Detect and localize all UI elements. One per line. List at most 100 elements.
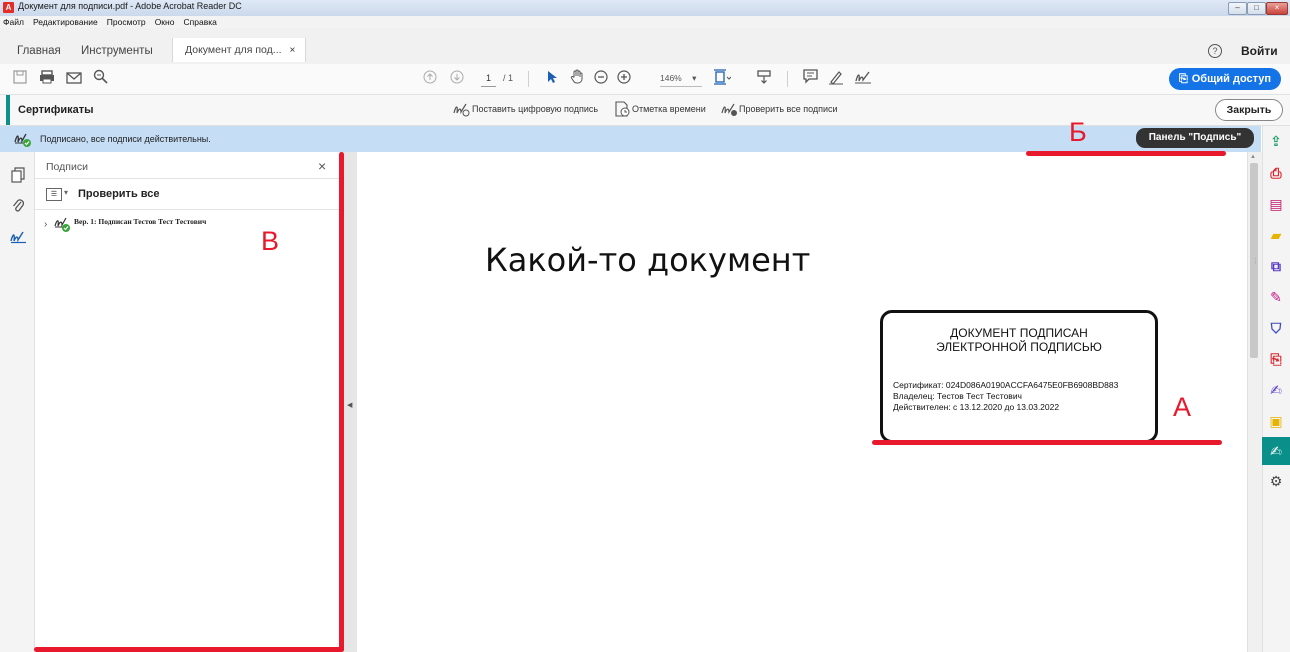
stamp-validity: Действителен: с 13.12.2020 до 13.03.2022 <box>893 402 1060 412</box>
document-heading: Какой-то документ <box>485 241 811 279</box>
zoom-out-icon[interactable] <box>591 69 611 89</box>
menu-file[interactable]: Файл <box>3 16 24 28</box>
email-icon[interactable] <box>64 69 84 89</box>
signature-list-item[interactable]: Вер. 1: Подписан Тестов Тест Тестович <box>74 217 206 226</box>
stamp-certificate: Сертификат: 024D086A0190ACCFA6475E0FB690… <box>893 380 1119 390</box>
page-total: / 1 <box>503 73 514 83</box>
annotation-line-b <box>1026 151 1226 156</box>
close-icon[interactable]: × <box>318 158 326 174</box>
left-navigation-rail <box>0 152 35 652</box>
comment-tool-icon[interactable]: ▰ <box>1266 225 1286 245</box>
share-label: Общий доступ <box>1191 73 1272 85</box>
signature-panel-button[interactable]: Панель "Подпись" <box>1136 128 1254 148</box>
window-titlebar: A Документ для подписи.pdf - Adobe Acrob… <box>0 0 1290 17</box>
zoom-value: 146% <box>660 73 682 83</box>
tab-document-label: Документ для под... <box>185 44 282 56</box>
compress-pdf-icon[interactable]: ⎘ <box>1266 349 1286 369</box>
main-toolbar <box>0 64 1290 95</box>
zoom-dropdown[interactable]: 146% ▾ <box>660 71 702 87</box>
tab-close-icon[interactable]: × <box>290 45 296 56</box>
certificates-title: Сертификаты <box>18 104 94 116</box>
print-icon[interactable] <box>37 69 57 89</box>
search-zoom-icon[interactable] <box>90 69 110 89</box>
next-page-icon[interactable] <box>447 69 467 89</box>
combine-files-icon[interactable]: ⧉ <box>1266 256 1286 276</box>
comment-icon[interactable] <box>800 69 820 89</box>
fit-page-icon[interactable] <box>712 69 732 89</box>
stamp-title: ДОКУМЕНТ ПОДПИСАН ЭЛЕКТРОННОЙ ПОДПИСЬЮ <box>880 326 1158 354</box>
close-tool-button[interactable]: Закрыть <box>1215 99 1283 121</box>
certificates-accent-bar <box>6 95 10 125</box>
collapse-panel-icon[interactable]: ◀ <box>347 401 352 409</box>
scroll-mode-icon[interactable] <box>754 69 774 89</box>
panel-divider <box>35 209 340 210</box>
acrobat-app-icon: A <box>3 2 14 13</box>
maximize-button[interactable]: □ <box>1247 2 1266 15</box>
right-panel-handle-icon[interactable]: ⋮ <box>1252 257 1259 265</box>
signature-status-text: Подписано, все подписи действительны. <box>40 134 211 144</box>
highlight-pen-icon[interactable] <box>826 69 846 89</box>
page-number-input[interactable]: 1 <box>481 71 496 87</box>
stamp-owner: Владелец: Тестов Тест Тестович <box>893 391 1022 401</box>
annotation-line-a <box>872 440 1222 445</box>
select-cursor-icon[interactable] <box>542 69 562 89</box>
protect-icon[interactable]: ⛉ <box>1266 318 1286 338</box>
help-icon[interactable]: ? <box>1208 44 1222 58</box>
hand-tool-icon[interactable] <box>567 69 587 89</box>
signature-valid-icon <box>14 131 31 147</box>
create-pdf-icon[interactable]: ⎙ <box>1266 163 1286 183</box>
menu-window[interactable]: Окно <box>155 16 175 28</box>
stamp-title-line2: ЭЛЕКТРОННОЙ ПОДПИСЬЮ <box>936 340 1102 354</box>
toolbar-separator <box>787 71 788 87</box>
minimize-button[interactable]: – <box>1228 2 1247 15</box>
fill-sign-icon[interactable]: ✎ <box>1266 287 1286 307</box>
export-pdf-icon[interactable]: ⇪ <box>1266 131 1286 151</box>
scroll-up-arrow[interactable]: ▲ <box>1250 154 1256 160</box>
organize-pages-icon[interactable]: ▤ <box>1266 194 1286 214</box>
verify-signatures-icon <box>720 101 738 120</box>
tab-home[interactable]: Главная <box>17 45 61 57</box>
menu-help[interactable]: Справка <box>184 16 217 28</box>
menu-edit[interactable]: Редактирование <box>33 16 98 28</box>
tab-tools[interactable]: Инструменты <box>81 45 153 57</box>
digital-signature-icon <box>452 101 470 120</box>
valid-signature-icon <box>54 216 70 232</box>
previous-page-icon[interactable] <box>420 69 440 89</box>
share-icon: ⎘ <box>1178 73 1188 85</box>
annotation-letter-v: В <box>261 226 280 256</box>
menu-view[interactable]: Просмотр <box>107 16 146 28</box>
annotation-letter-b: Б <box>1069 117 1087 147</box>
annotation-line-v-vertical <box>339 152 344 652</box>
annotation-line-v-bottom <box>34 647 344 652</box>
request-signature-icon[interactable]: ✍ <box>1266 380 1286 400</box>
digital-sign-action[interactable]: Поставить цифровую подпись <box>472 104 598 114</box>
save-icon[interactable] <box>10 69 30 89</box>
chevron-down-icon: ▾ <box>692 73 697 83</box>
annotation-letter-a: А <box>1173 392 1192 422</box>
menu-bar: Файл Редактирование Просмотр Окно Справк… <box>0 16 1290 28</box>
more-tools-icon[interactable]: ⚙ <box>1266 471 1286 491</box>
signatures-panel <box>35 152 341 652</box>
share-button[interactable]: ⎘ Общий доступ <box>1169 68 1281 90</box>
signin-link[interactable]: Войти <box>1241 44 1278 58</box>
signatures-panel-title: Подписи <box>46 161 88 173</box>
expand-chevron-icon[interactable]: › <box>44 219 47 230</box>
close-window-button[interactable]: × <box>1266 2 1288 15</box>
window-title: Документ для подписи.pdf - Adobe Acrobat… <box>18 1 242 11</box>
toolbar-separator <box>528 71 529 87</box>
check-all-button[interactable]: Проверить все <box>78 188 160 200</box>
certificates-tool-icon[interactable]: ✍ <box>1266 441 1286 461</box>
sign-icon[interactable] <box>853 69 873 89</box>
timestamp-action[interactable]: Отметка времени <box>632 104 706 114</box>
timestamp-icon <box>614 101 630 120</box>
page-thumbnails-icon[interactable] <box>11 167 25 186</box>
signature-panel-icon[interactable] <box>10 230 28 247</box>
zoom-in-icon[interactable] <box>614 69 634 89</box>
verify-all-action[interactable]: Проверить все подписи <box>739 104 838 114</box>
tab-document[interactable]: Документ для под... × <box>172 38 307 62</box>
options-menu-icon[interactable]: ☰ <box>46 188 62 201</box>
stamp-title-line1: ДОКУМЕНТ ПОДПИСАН <box>950 326 1088 340</box>
send-for-review-icon[interactable]: ▣ <box>1266 411 1286 431</box>
chevron-down-icon[interactable]: ▾ <box>64 188 68 197</box>
attachments-icon[interactable] <box>12 197 24 216</box>
